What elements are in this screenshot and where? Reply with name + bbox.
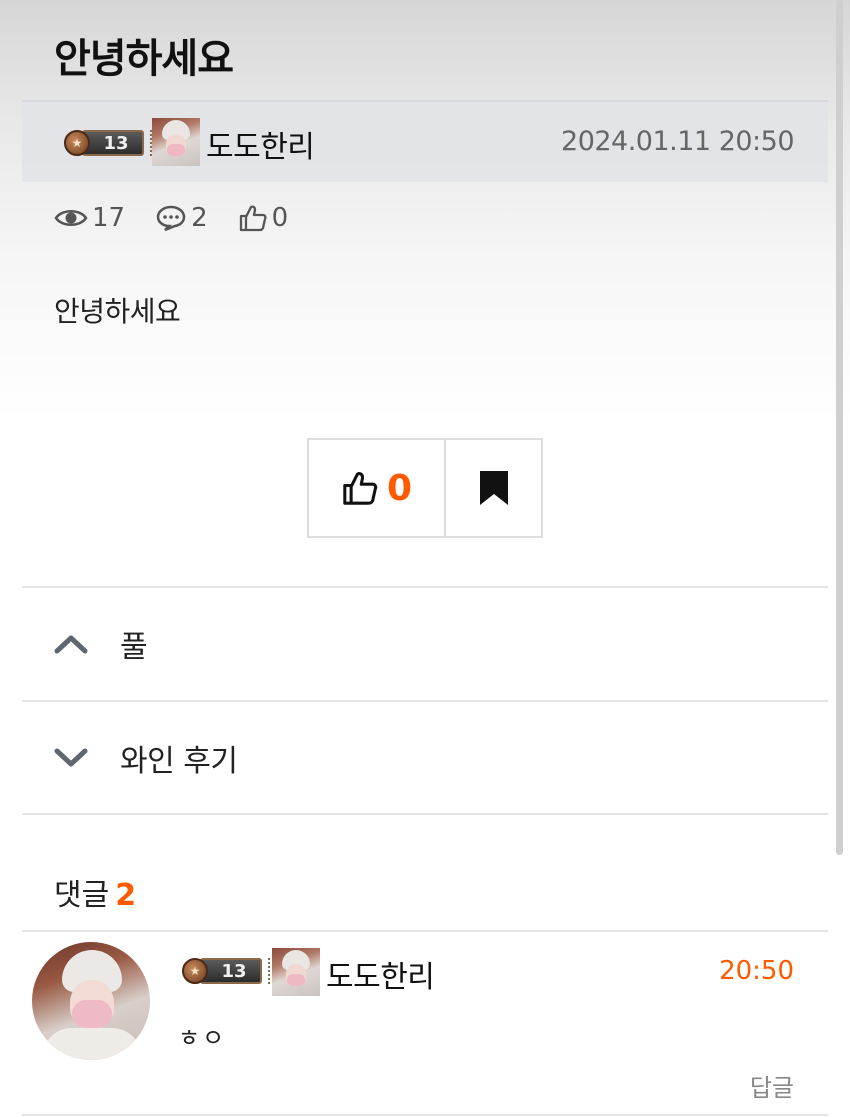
comment-author-name[interactable]: 도도한리	[326, 952, 435, 996]
post-actions: 0	[307, 438, 543, 538]
like-button[interactable]: 0	[309, 440, 446, 536]
bookmark-icon	[479, 471, 508, 505]
bottom-divider	[22, 1114, 828, 1116]
next-post-link[interactable]: 와인 후기	[22, 700, 828, 813]
level-star-icon: ★	[64, 130, 90, 156]
thumbs-up-icon	[343, 472, 378, 505]
comments-stat: 2	[155, 203, 208, 233]
level-badge: ★ 13	[64, 128, 152, 158]
comment-level-badge: ★ 13	[182, 956, 270, 986]
speech-bubble-icon	[156, 205, 186, 232]
post-date: 2024.01.11 20:50	[561, 126, 794, 157]
level-star-icon: ★	[182, 958, 208, 984]
likes-count: 0	[271, 203, 289, 233]
level-number: 13	[82, 130, 144, 156]
thumbs-up-icon	[239, 205, 267, 232]
prev-post-title: 풀	[120, 629, 148, 665]
comment-text: ㅎㅇ	[178, 1024, 227, 1052]
comment-level-number: 13	[200, 958, 262, 984]
chevron-down-icon	[54, 747, 90, 769]
next-post-title: 와인 후기	[120, 743, 238, 779]
post-stats: 17 2 0	[54, 203, 318, 233]
page-scrollbar[interactable]	[836, 0, 843, 855]
reply-button[interactable]: 답글	[750, 1068, 794, 1103]
views-stat: 17	[54, 203, 125, 233]
likes-stat: 0	[238, 203, 289, 233]
like-button-count: 0	[386, 467, 413, 509]
comments-header: 댓글 2	[54, 870, 136, 914]
comments-divider	[22, 930, 828, 932]
nav-divider	[22, 813, 828, 815]
chevron-up-icon	[54, 633, 90, 655]
comments-count: 2	[191, 203, 208, 233]
prev-post-link[interactable]: 풀	[22, 586, 828, 699]
author-avatar[interactable]	[152, 118, 200, 166]
post-title: 안녕하세요	[54, 36, 234, 82]
comment-author-thumb[interactable]	[272, 948, 320, 996]
bookmark-button[interactable]	[446, 440, 541, 536]
comment-time: 20:50	[719, 956, 794, 986]
comment-author-avatar[interactable]	[32, 942, 150, 1060]
views-count: 17	[92, 203, 126, 233]
level-badge-tail	[264, 958, 270, 984]
post-page: 안녕하세요 ★ 13 도도한리 2024.01.11 20:50 17 2 0 …	[22, 0, 828, 1117]
author-name[interactable]: 도도한리	[206, 122, 315, 166]
author-bar: ★ 13 도도한리 2024.01.11 20:50	[22, 100, 828, 182]
comments-header-count: 2	[115, 878, 137, 913]
comments-header-label: 댓글	[54, 878, 110, 913]
eye-icon	[54, 210, 88, 226]
post-body: 안녕하세요	[54, 295, 181, 328]
